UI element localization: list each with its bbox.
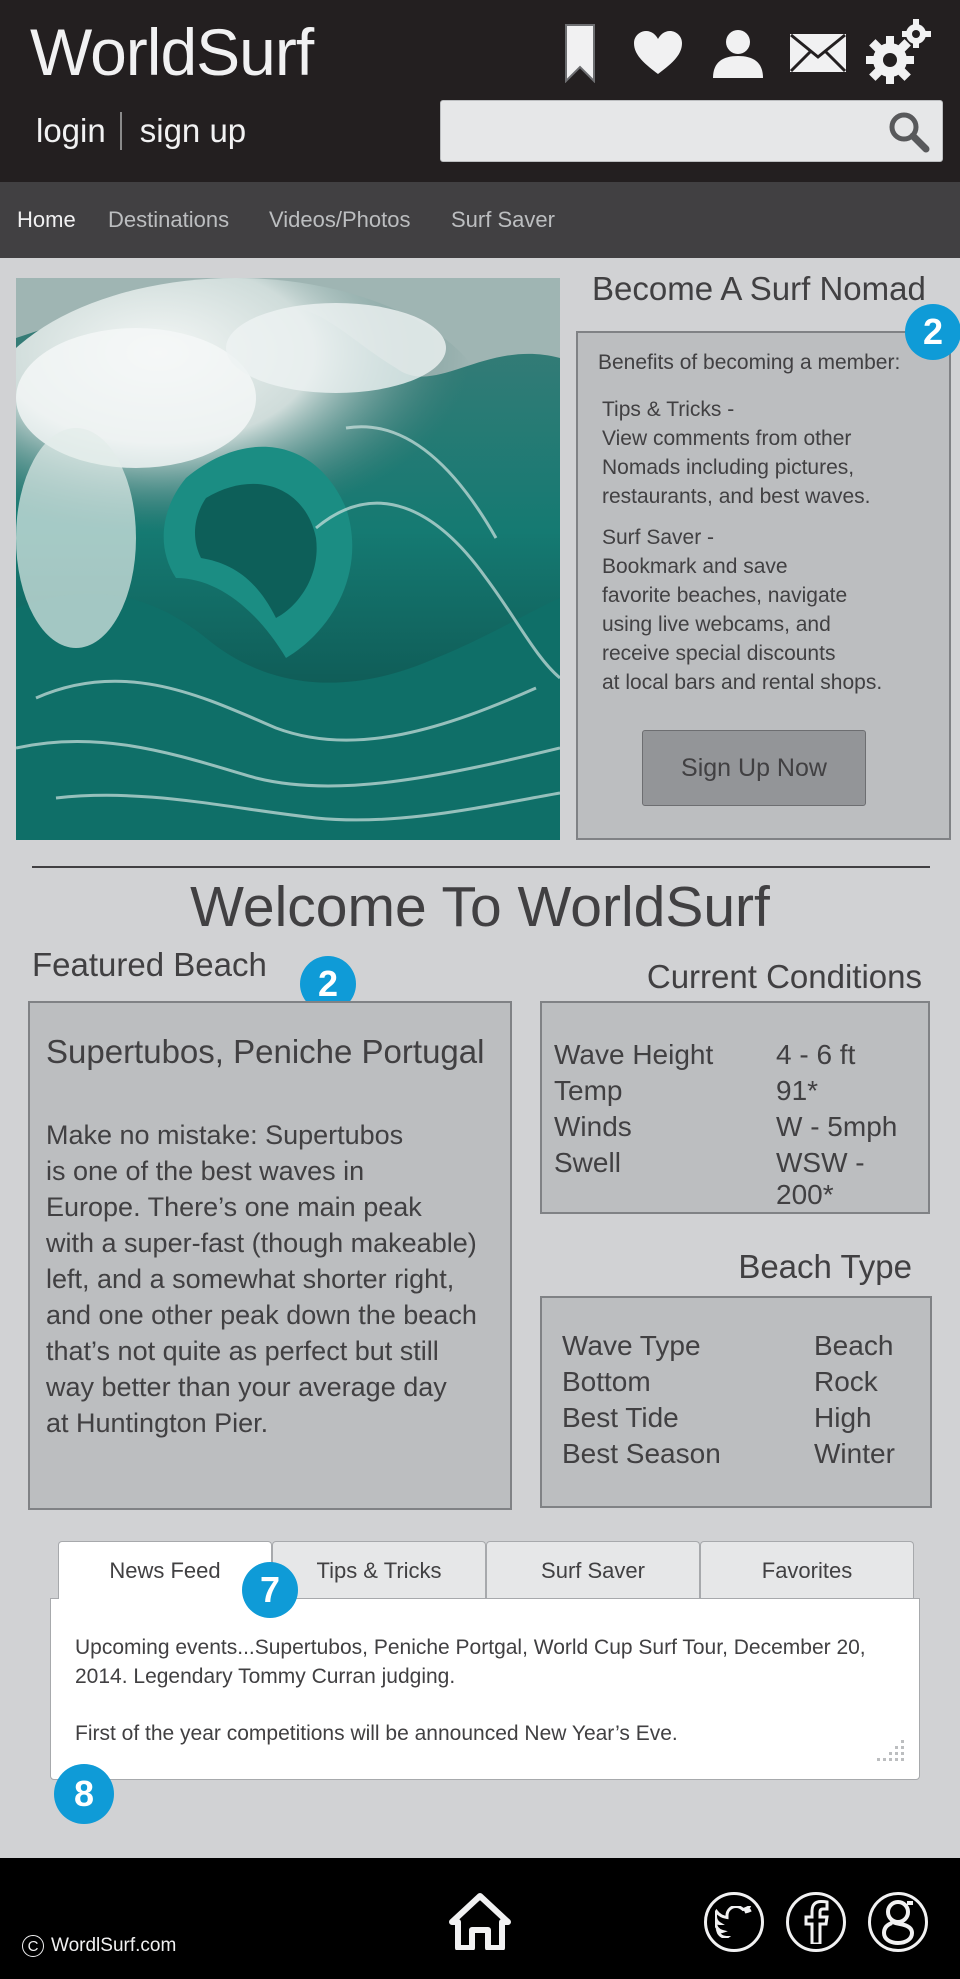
beach-type-value: High	[814, 1402, 872, 1433]
footer: C WordlSurf.com	[0, 1858, 960, 1979]
featured-beach-description: Make no mistake: Supertubos is one of th…	[46, 1120, 477, 1438]
conditions-panel: Wave Height 4 - 6 ft Temp 91* Winds W - 5mp…	[540, 1001, 930, 1214]
sign-up-now-button[interactable]: Sign Up Now	[642, 730, 866, 806]
featured-title: Featured Beach	[32, 946, 267, 983]
tab-surf-saver[interactable]: Surf Saver	[486, 1541, 700, 1599]
header: WorldSurf login sign up	[0, 0, 960, 182]
user-icon[interactable]	[710, 22, 766, 84]
auth-links: login sign up	[36, 112, 246, 150]
auth-divider	[119, 112, 122, 150]
news-item: First of the year competitions will be a…	[75, 1722, 678, 1745]
news-feed-panel[interactable]: Upcoming events...Supertubos, Peniche Po…	[50, 1598, 920, 1780]
search-icon[interactable]	[888, 111, 930, 158]
nav-home[interactable]: Home	[17, 207, 76, 233]
condition-label: Swell	[554, 1147, 621, 1178]
condition-label: Winds	[554, 1111, 632, 1142]
beach-type-label: Best Tide	[562, 1402, 679, 1433]
featured-beach-name[interactable]: Supertubos, Peniche Portugal	[46, 1033, 484, 1071]
mail-icon[interactable]	[788, 22, 848, 84]
google-icon[interactable]	[868, 1892, 928, 1952]
beach-type-label: Bottom	[562, 1366, 651, 1397]
gear-icon[interactable]	[862, 18, 934, 88]
welcome-heading: Welcome To WorldSurf	[190, 875, 770, 939]
copyright-text: WordlSurf.com	[51, 1935, 177, 1956]
condition-value: W - 5mph	[776, 1111, 898, 1142]
beach-type-value: Rock	[814, 1366, 878, 1397]
condition-label: Temp	[554, 1075, 623, 1106]
bookmark-icon[interactable]	[560, 22, 600, 84]
site-logo[interactable]: WorldSurf	[30, 14, 314, 90]
condition-value: WSW - 200*	[776, 1147, 865, 1210]
nomad-title: Become A Surf Nomad	[592, 270, 926, 307]
nomad-saver-text: Surf Saver - Bookmark and save favorite …	[602, 526, 883, 694]
tab-favorites[interactable]: Favorites	[700, 1541, 914, 1599]
home-icon[interactable]	[448, 1892, 512, 1955]
annotation-badge: 7	[242, 1562, 298, 1618]
heart-icon[interactable]	[630, 22, 686, 84]
beach-type-label: Wave Type	[562, 1330, 701, 1361]
tab-news-feed[interactable]: News Feed	[58, 1541, 272, 1599]
condition-label: Wave Height	[554, 1039, 714, 1070]
search-bar	[440, 100, 943, 162]
nav-destinations[interactable]: Destinations	[108, 207, 229, 233]
tab-tips-tricks[interactable]: Tips & Tricks	[272, 1541, 486, 1599]
featured-beach-panel: Supertubos, Peniche Portugal Make no mis…	[28, 1001, 512, 1510]
nav-videos-photos[interactable]: Videos/Photos	[269, 207, 410, 233]
annotation-badge: 2	[905, 304, 960, 360]
facebook-icon[interactable]	[786, 1892, 846, 1952]
signup-link[interactable]: sign up	[140, 112, 246, 150]
condition-value: 91*	[776, 1075, 819, 1106]
main-nav: Home Destinations Videos/Photos Surf Sav…	[0, 182, 960, 258]
news-item: Upcoming events...Supertubos, Peniche Po…	[75, 1636, 866, 1688]
resize-grip-icon[interactable]	[869, 1736, 909, 1771]
nomad-tips-text: Tips & Tricks - View comments from other…	[602, 398, 871, 508]
search-input[interactable]	[453, 113, 873, 151]
annotation-badge: 8	[54, 1764, 114, 1824]
condition-value: 4 - 6 ft	[776, 1039, 856, 1070]
conditions-title: Current Conditions	[646, 958, 922, 995]
beach-type-value: Winter	[814, 1438, 895, 1469]
twitter-icon[interactable]	[704, 1892, 764, 1952]
copyright: C WordlSurf.com	[22, 1935, 176, 1957]
beach-type-label: Best Season	[562, 1438, 721, 1469]
nomad-benefits-panel: Benefits of becoming a member: Tips & Tr…	[576, 331, 951, 840]
beach-type-title: Beach Type	[738, 1248, 912, 1285]
nomad-intro: Benefits of becoming a member:	[598, 351, 901, 374]
login-link[interactable]: login	[36, 112, 106, 150]
copyright-symbol: C	[22, 1935, 44, 1957]
nav-surf-saver[interactable]: Surf Saver	[451, 207, 555, 233]
divider	[32, 866, 930, 868]
beach-type-value: Beach	[814, 1330, 894, 1361]
hero-wave-image	[16, 278, 560, 840]
beach-type-panel: Wave Type Beach Bottom Rock Best Tide High …	[540, 1296, 932, 1508]
